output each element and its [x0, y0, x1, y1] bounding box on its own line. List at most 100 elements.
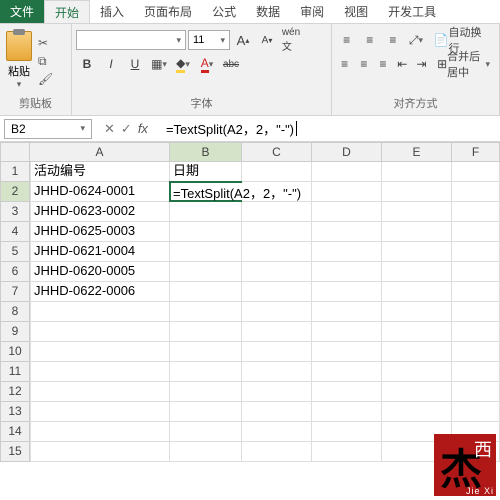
cell[interactable]	[170, 242, 242, 262]
cell[interactable]	[242, 422, 312, 442]
cell[interactable]	[30, 442, 170, 462]
column-header-f[interactable]: F	[452, 142, 500, 162]
cell[interactable]	[452, 222, 500, 242]
cell-editor[interactable]: =TextSplit(A2，2，"-")	[171, 183, 303, 200]
tab-home[interactable]: 开始	[44, 0, 90, 23]
select-all-corner[interactable]	[0, 142, 30, 162]
cell[interactable]	[242, 402, 312, 422]
cell[interactable]	[452, 402, 500, 422]
row-header[interactable]: 5	[0, 242, 30, 262]
italic-button[interactable]: I	[100, 54, 122, 74]
cell[interactable]	[30, 402, 170, 422]
row-header[interactable]: 11	[0, 362, 30, 382]
cell[interactable]	[30, 322, 170, 342]
cell[interactable]	[452, 382, 500, 402]
row-header[interactable]: 9	[0, 322, 30, 342]
cell[interactable]	[312, 162, 382, 182]
cell[interactable]	[170, 402, 242, 422]
cell[interactable]	[170, 442, 242, 462]
cell[interactable]	[170, 382, 242, 402]
font-color-button[interactable]: A▾	[196, 54, 218, 74]
orientation-button[interactable]: ⤢▾	[405, 30, 426, 50]
name-box[interactable]: B2▾	[4, 119, 92, 139]
column-header-d[interactable]: D	[312, 142, 382, 162]
align-right-button[interactable]: ≡	[374, 54, 391, 74]
cell[interactable]	[382, 162, 452, 182]
shrink-font-button[interactable]: A▾	[256, 30, 278, 50]
cell[interactable]	[312, 302, 382, 322]
tab-data[interactable]: 数据	[246, 0, 290, 23]
bold-button[interactable]: B	[76, 54, 98, 74]
cell[interactable]	[242, 302, 312, 322]
tab-review[interactable]: 审阅	[290, 0, 334, 23]
cell[interactable]	[30, 302, 170, 322]
row-header[interactable]: 2	[0, 182, 30, 202]
cell[interactable]	[242, 282, 312, 302]
tab-insert[interactable]: 插入	[90, 0, 134, 23]
cell[interactable]	[382, 222, 452, 242]
cell[interactable]	[312, 202, 382, 222]
cell[interactable]: JHHD-0624-0001	[30, 182, 170, 202]
cell[interactable]	[382, 202, 452, 222]
underline-button[interactable]: U	[124, 54, 146, 74]
cell[interactable]	[382, 262, 452, 282]
increase-indent-button[interactable]: ⇥	[413, 54, 430, 74]
row-header[interactable]: 6	[0, 262, 30, 282]
strike-button[interactable]: abc	[220, 54, 242, 74]
align-middle-button[interactable]: ≡	[359, 30, 380, 50]
paste-button[interactable]: 粘贴 ▾	[4, 29, 34, 92]
align-center-button[interactable]: ≡	[355, 54, 372, 74]
row-header[interactable]: 14	[0, 422, 30, 442]
cell[interactable]	[242, 222, 312, 242]
phonetic-button[interactable]: wén文	[280, 30, 302, 50]
cell[interactable]	[452, 262, 500, 282]
row-header[interactable]: 8	[0, 302, 30, 322]
cell[interactable]	[382, 182, 452, 202]
cell[interactable]	[170, 202, 242, 222]
row-header[interactable]: 1	[0, 162, 30, 182]
cell[interactable]	[30, 382, 170, 402]
cell[interactable]	[452, 242, 500, 262]
cell[interactable]: 活动编号	[30, 162, 170, 182]
cell[interactable]	[452, 322, 500, 342]
align-left-button[interactable]: ≡	[336, 54, 353, 74]
cell[interactable]	[382, 302, 452, 322]
cell[interactable]	[312, 442, 382, 462]
border-button[interactable]: ▦▾	[148, 54, 170, 74]
cell[interactable]	[170, 422, 242, 442]
fill-color-button[interactable]: ◆▾	[172, 54, 194, 74]
cell[interactable]	[30, 342, 170, 362]
cell[interactable]	[312, 222, 382, 242]
cell[interactable]	[242, 442, 312, 462]
grow-font-button[interactable]: A▴	[232, 30, 254, 50]
cell[interactable]	[242, 162, 312, 182]
insert-function-button[interactable]: fx	[138, 121, 148, 137]
cell[interactable]: JHHD-0622-0006	[30, 282, 170, 302]
row-header[interactable]: 13	[0, 402, 30, 422]
row-header[interactable]: 7	[0, 282, 30, 302]
cell[interactable]	[312, 362, 382, 382]
cell[interactable]	[242, 202, 312, 222]
cell[interactable]	[242, 322, 312, 342]
cell[interactable]	[452, 202, 500, 222]
column-header-a[interactable]: A	[30, 142, 170, 162]
cell[interactable]	[170, 362, 242, 382]
cell[interactable]	[242, 342, 312, 362]
cell[interactable]	[170, 282, 242, 302]
row-header[interactable]: 10	[0, 342, 30, 362]
column-header-c[interactable]: C	[242, 142, 312, 162]
cell[interactable]	[242, 262, 312, 282]
cell[interactable]	[312, 382, 382, 402]
row-header[interactable]: 15	[0, 442, 30, 462]
font-size-select[interactable]: 11▾	[188, 30, 230, 50]
cell[interactable]	[452, 342, 500, 362]
cell[interactable]	[312, 322, 382, 342]
decrease-indent-button[interactable]: ⇤	[394, 54, 411, 74]
merge-center-button[interactable]: ⊞合并后居中▾	[432, 54, 495, 74]
copy-icon[interactable]: ⧉	[38, 54, 54, 68]
cell[interactable]	[30, 362, 170, 382]
cell[interactable]	[242, 382, 312, 402]
cut-icon[interactable]: ✂	[38, 36, 54, 50]
cell[interactable]	[452, 162, 500, 182]
cell[interactable]	[382, 382, 452, 402]
